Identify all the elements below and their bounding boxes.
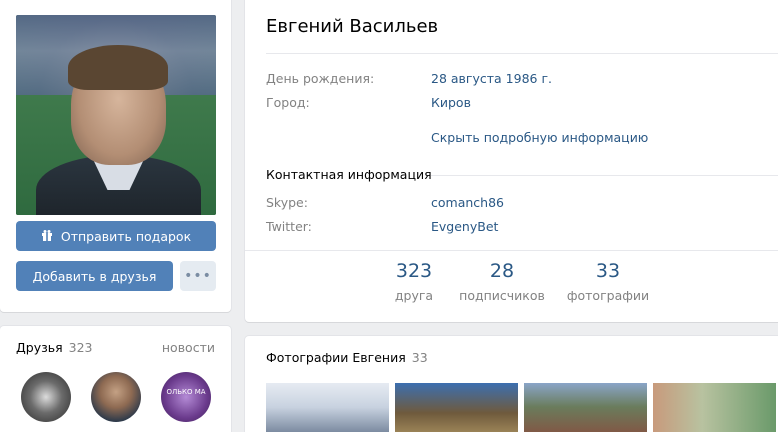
- city-label: Город:: [266, 95, 310, 110]
- profile-photo[interactable]: [16, 15, 216, 215]
- counter-followers-number: 28: [489, 260, 515, 282]
- friends-header[interactable]: Друзья 323: [16, 340, 93, 355]
- photo-thumbnail[interactable]: [266, 383, 389, 432]
- profile-name: Евгений Васильев: [266, 16, 439, 37]
- photo-thumbnail[interactable]: [653, 383, 776, 432]
- send-gift-button[interactable]: Отправить подарок: [16, 221, 216, 251]
- add-friend-button[interactable]: Добавить в друзья: [16, 261, 173, 291]
- counter-followers[interactable]: 28 подписчиков: [457, 260, 547, 303]
- friends-block: Друзья 323 новости ОЛЬКО МА: [0, 326, 231, 432]
- twitter-label: Twitter:: [266, 219, 312, 234]
- divider: [266, 53, 778, 54]
- skype-label: Skype:: [266, 195, 308, 210]
- friends-news-link[interactable]: новости: [162, 340, 215, 355]
- photo-thumbnail[interactable]: [524, 383, 647, 432]
- photos-block: Фотографии Евгения 33: [245, 336, 778, 432]
- friend-avatar[interactable]: [21, 372, 71, 422]
- divider: [431, 175, 778, 176]
- more-actions-button[interactable]: •••: [180, 261, 216, 291]
- contact-info-heading: Контактная информация: [266, 167, 432, 182]
- counter-friends[interactable]: 323 друга: [387, 260, 441, 303]
- photos-count: 33: [411, 350, 428, 365]
- counter-photos[interactable]: 33 фотографии: [565, 260, 651, 303]
- skype-value[interactable]: comanch86: [431, 195, 504, 210]
- photo-person-hair: [68, 45, 168, 90]
- hide-details-link[interactable]: Скрыть подробную информацию: [431, 130, 648, 145]
- twitter-value[interactable]: EvgenyBet: [431, 219, 498, 234]
- counter-photos-number: 33: [595, 260, 621, 282]
- photos-header[interactable]: Фотографии Евгения 33: [266, 350, 428, 365]
- add-friend-label: Добавить в друзья: [32, 268, 157, 284]
- counter-photos-label: фотографии: [566, 288, 650, 303]
- more-dots-icon: •••: [184, 268, 212, 284]
- gift-icon: [41, 229, 53, 244]
- photos-title: Фотографии Евгения: [266, 350, 406, 365]
- friends-title: Друзья: [16, 340, 63, 355]
- photo-thumbnail[interactable]: [395, 383, 518, 432]
- birthday-value[interactable]: 28 августа 1986 г.: [431, 71, 552, 86]
- profile-avatar-card: Отправить подарок Добавить в друзья •••: [0, 0, 231, 312]
- friend-avatar[interactable]: ОЛЬКО МА: [161, 372, 211, 422]
- counter-followers-label: подписчиков: [459, 288, 545, 303]
- counter-friends-label: друга: [394, 288, 434, 303]
- counter-friends-number: 323: [395, 260, 433, 282]
- friends-count: 323: [68, 340, 93, 355]
- profile-info-card: Евгений Васильев День рождения: 28 авгус…: [245, 0, 778, 322]
- divider: [245, 250, 778, 251]
- city-value[interactable]: Киров: [431, 95, 471, 110]
- friend-avatar-text: ОЛЬКО МА: [166, 388, 206, 396]
- birthday-label: День рождения:: [266, 71, 375, 86]
- friend-avatar[interactable]: [91, 372, 141, 422]
- send-gift-label: Отправить подарок: [60, 228, 192, 244]
